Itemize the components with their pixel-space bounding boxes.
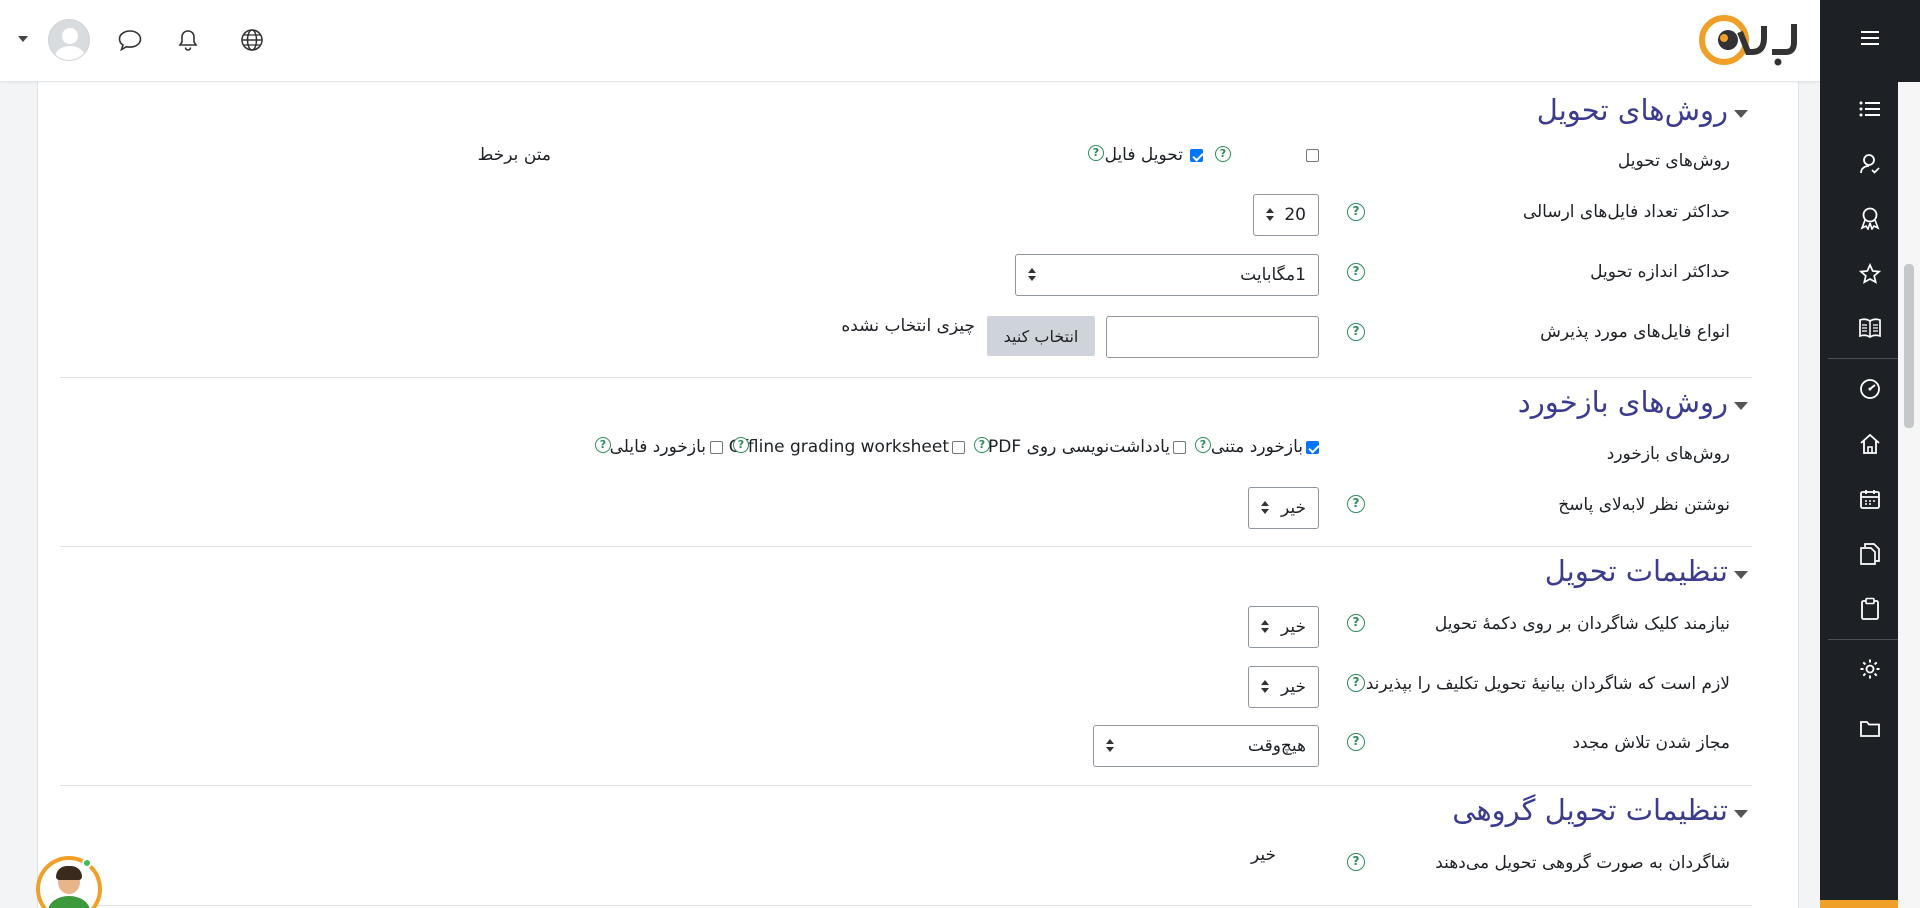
menu-icon[interactable] [1850, 20, 1890, 56]
page-scrollbar[interactable] [1898, 82, 1920, 908]
checkbox-online-text[interactable] [1306, 149, 1319, 162]
help-icon[interactable]: ? [1347, 263, 1365, 281]
select-arrow-icon [1261, 620, 1269, 634]
label-team-submission: شاگردان به صورت گروهی تحویل می‌دهند [1435, 853, 1730, 873]
help-icon[interactable]: ? [595, 437, 611, 453]
label-submission-types: روش‌های تحویل [1617, 151, 1730, 171]
collapse-toggle-icon[interactable] [1734, 402, 1748, 410]
label-max-files: حداکثر تعداد فایل‌های ارسالی [1522, 202, 1730, 222]
collapse-toggle-icon[interactable] [1734, 571, 1748, 579]
label-inline-comments: نوشتن نظر لابه‌لای پاسخ [1558, 495, 1730, 515]
list-icon[interactable] [1850, 91, 1890, 127]
choose-filetypes-button[interactable]: انتخاب کنید [987, 316, 1095, 356]
help-icon[interactable]: ? [1347, 495, 1365, 513]
option-feedback-pdf: یادداشت‌نویسی روی PDF [988, 437, 1170, 457]
label-feedback-types: روش‌های بازخورد [1606, 444, 1730, 464]
select-submission-statement[interactable]: خیر [1248, 666, 1319, 708]
select-inline-comments-value: خیر [1280, 498, 1306, 518]
collapse-toggle-icon[interactable] [1734, 810, 1748, 818]
help-icon[interactable]: ? [1347, 203, 1365, 221]
user-menu-caret-icon[interactable] [18, 36, 28, 42]
help-icon[interactable]: ? [1347, 733, 1365, 751]
globe-icon[interactable] [234, 22, 270, 58]
select-attempt-reopen-value: هیچ‌وقت [1247, 736, 1306, 756]
select-max-size[interactable]: 1مگابایت [1015, 254, 1319, 296]
select-arrow-icon [1266, 208, 1274, 222]
checkbox-feedback-pdf[interactable] [1173, 441, 1186, 454]
label-accepted-types: انواع فایل‌های مورد پذیرش [1540, 322, 1730, 342]
collapse-toggle-icon[interactable] [1734, 110, 1748, 118]
select-submission-statement-value: خیر [1280, 677, 1306, 697]
help-icon[interactable]: ? [1347, 614, 1365, 632]
badge-icon[interactable] [1850, 200, 1890, 236]
user-check-icon[interactable] [1850, 146, 1890, 182]
avatar[interactable] [48, 19, 90, 61]
folder-icon[interactable] [1850, 711, 1890, 747]
select-attempt-reopen[interactable]: هیچ‌وقت [1093, 725, 1319, 767]
select-inline-comments[interactable]: خیر [1248, 487, 1319, 529]
team-submission-value: خیر [1250, 845, 1276, 865]
option-feedback-files: بازخورد فایلی [609, 437, 706, 457]
checkbox-offline-worksheet[interactable] [952, 441, 965, 454]
label-submission-statement: لازم است که شاگردان بیانیهٔ تحویل تکلیف … [1365, 674, 1730, 694]
section-title-feedback-types[interactable]: روش‌های بازخورد [1518, 385, 1728, 419]
label-require-submit-click: نیازمند کلیک شاگردان بر روی دکمهٔ تحویل [1434, 614, 1730, 634]
home-icon[interactable] [1850, 426, 1890, 462]
label-max-size: حداکثر اندازه تحویل [1590, 262, 1730, 282]
help-icon[interactable]: ? [1347, 853, 1365, 871]
book-icon[interactable] [1850, 310, 1890, 346]
bell-icon[interactable] [170, 22, 206, 58]
select-arrow-icon [1028, 268, 1036, 282]
scrollbar-thumb[interactable] [1904, 264, 1914, 428]
option-feedback-comments: بازخورد متنی [1210, 437, 1303, 457]
section-title-submission-types[interactable]: روش‌های تحویل [1537, 93, 1728, 127]
select-require-submit-click[interactable]: خیر [1248, 606, 1319, 648]
option-file-submission: تحویل فایل [1104, 145, 1183, 165]
select-max-size-value: 1مگابایت [1240, 265, 1306, 285]
site-logo[interactable]: وب [1690, 8, 1802, 74]
label-attempt-reopen: مجاز شدن تلاش مجدد [1572, 733, 1730, 753]
chat-icon[interactable] [112, 22, 148, 58]
help-icon[interactable]: ? [1088, 145, 1104, 161]
calendar-icon[interactable] [1850, 481, 1890, 517]
top-navbar: وب [0, 0, 1820, 82]
select-max-files[interactable]: 20 [1253, 194, 1319, 236]
files-icon[interactable] [1850, 536, 1890, 572]
clipboard-icon[interactable] [1850, 591, 1890, 627]
help-icon[interactable]: ? [1215, 146, 1231, 162]
option-online-text: متن برخط [477, 145, 551, 165]
option-offline-worksheet: Offline grading worksheet [728, 437, 949, 457]
select-arrow-icon [1261, 501, 1269, 515]
help-icon[interactable]: ? [1347, 674, 1365, 692]
select-arrow-icon [1261, 680, 1269, 694]
checkbox-feedback-comments[interactable] [1306, 441, 1319, 454]
help-icon[interactable]: ? [733, 437, 749, 453]
star-icon[interactable] [1850, 256, 1890, 292]
select-arrow-icon [1106, 739, 1114, 753]
help-icon[interactable]: ? [974, 437, 990, 453]
settings-icon[interactable] [1850, 651, 1890, 687]
section-title-submission-settings[interactable]: تنظیمات تحویل [1545, 554, 1728, 588]
accepted-types-input[interactable] [1106, 316, 1319, 358]
section-title-group-settings[interactable]: تنظیمات تحویل گروهی [1452, 793, 1728, 827]
checkbox-feedback-files[interactable] [710, 441, 723, 454]
main-content: روش‌های تحویل روش‌های تحویل متن برخط ? ت… [37, 82, 1799, 908]
help-icon[interactable]: ? [1347, 323, 1365, 341]
dashboard-icon[interactable] [1850, 371, 1890, 407]
checkbox-file-submission[interactable] [1190, 149, 1203, 162]
select-max-files-value: 20 [1284, 205, 1306, 225]
help-icon[interactable]: ? [1195, 437, 1211, 453]
nothing-selected-text: چیزی انتخاب نشده [841, 316, 975, 336]
select-require-submit-click-value: خیر [1280, 617, 1306, 637]
